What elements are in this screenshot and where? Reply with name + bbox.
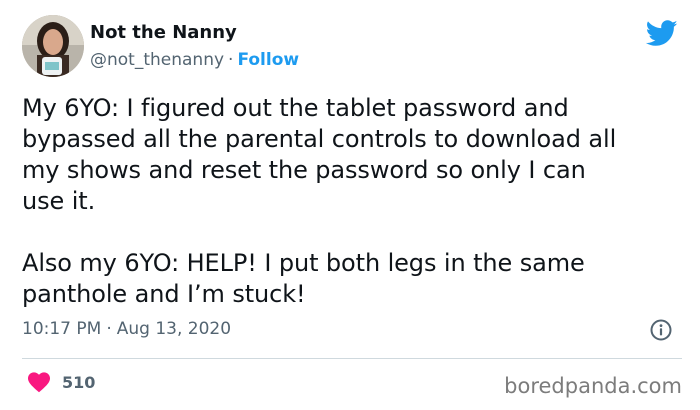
timestamp-separator: ·: [106, 319, 112, 339]
avatar[interactable]: [22, 15, 84, 77]
tweet-text: My 6YO: I figured out the tablet passwor…: [22, 94, 617, 308]
tweet-timestamp[interactable]: 10:17 PM · Aug 13, 2020: [22, 319, 231, 339]
tweet-date: Aug 13, 2020: [116, 319, 232, 339]
heart-icon[interactable]: [27, 371, 51, 393]
handle-separator: ·: [228, 50, 234, 70]
like-count[interactable]: 510: [62, 373, 95, 392]
display-name[interactable]: Not the Nanny: [90, 22, 237, 43]
tweet-time: 10:17 PM: [22, 319, 102, 339]
follow-button[interactable]: Follow: [237, 50, 299, 70]
watermark: boredpanda.com: [504, 374, 682, 398]
divider: [22, 358, 682, 359]
handle-row: @not_thenanny · Follow: [90, 50, 299, 70]
avatar-photo: [22, 15, 84, 77]
user-handle[interactable]: @not_thenanny: [90, 50, 224, 70]
twitter-bird-icon[interactable]: [646, 20, 678, 47]
info-icon[interactable]: [650, 319, 672, 341]
